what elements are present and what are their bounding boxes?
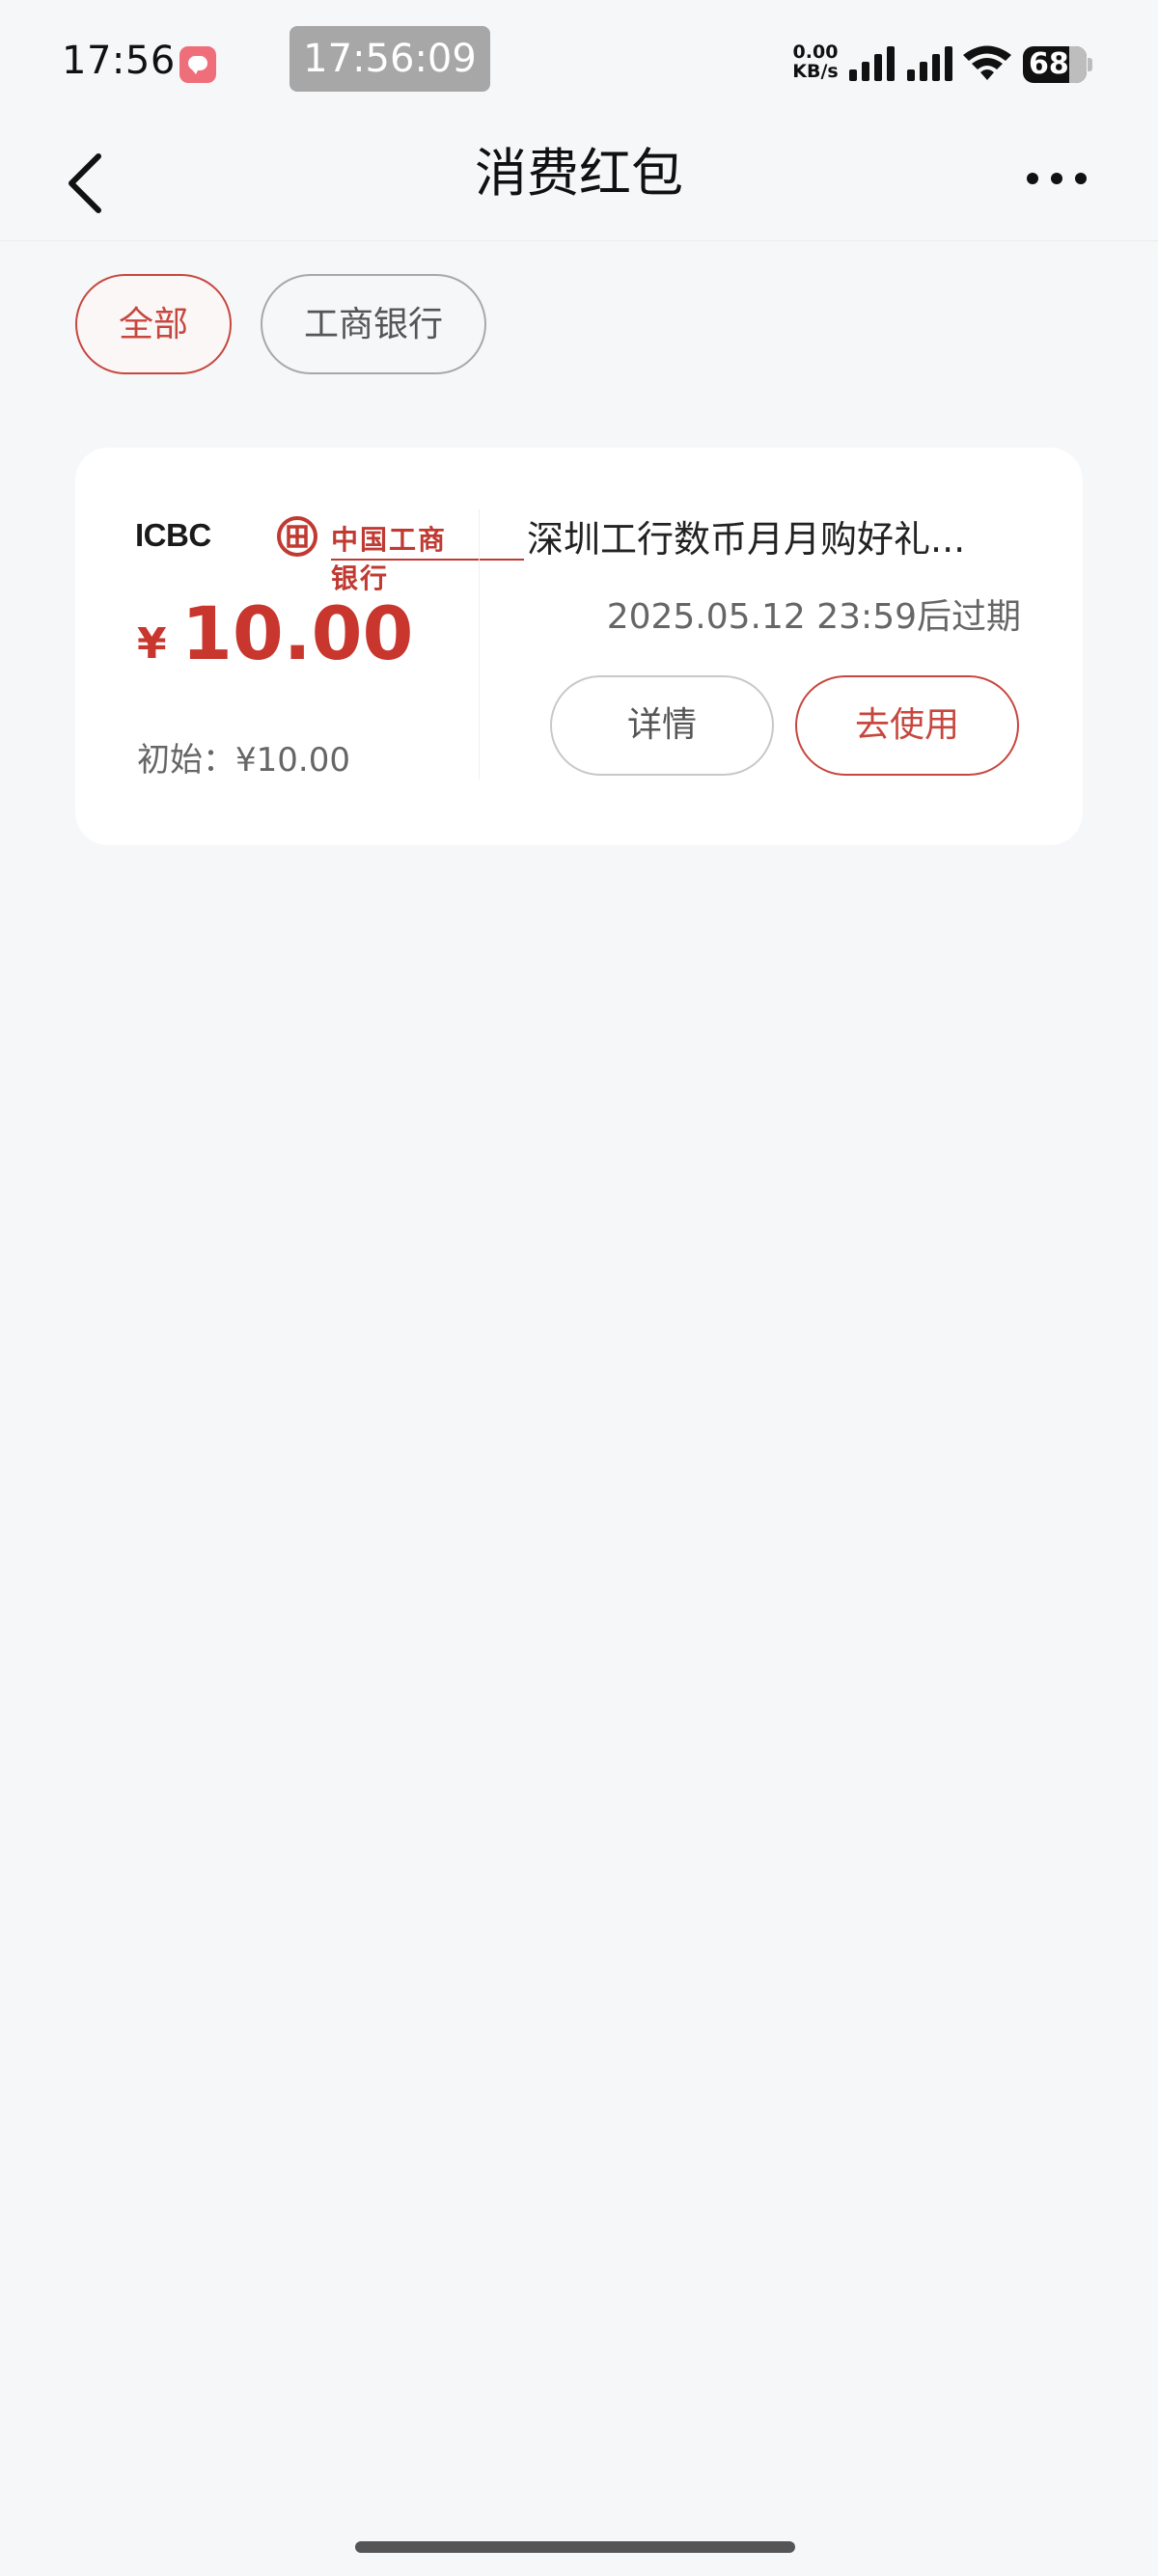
more-icon[interactable]: [1023, 154, 1090, 203]
icbc-seal-icon: [277, 516, 317, 557]
network-speed-value: 0.00: [792, 41, 839, 63]
page-title: 消费红包: [475, 143, 683, 204]
currency-symbol: ¥: [137, 619, 167, 669]
coupon-card[interactable]: ICBC 中国工商银行 ¥ 10.00 初始：¥10.00 深圳工行数币月月购好…: [75, 448, 1083, 845]
filter-chip-all[interactable]: 全部: [75, 274, 232, 374]
network-speed: 0.00 KB/s: [786, 42, 844, 81]
icbc-logo-chinese: 中国工商银行: [331, 524, 448, 594]
detail-button[interactable]: 详情: [550, 675, 774, 776]
initial-amount: 初始：¥10.00: [137, 741, 350, 780]
wifi-icon: [963, 45, 1011, 80]
home-indicator[interactable]: [355, 2541, 795, 2553]
amount-value: 10.00: [181, 590, 414, 676]
filter-chip-icbc[interactable]: 工商银行: [261, 274, 486, 374]
use-button[interactable]: 去使用: [795, 675, 1019, 776]
status-time: 17:56: [62, 39, 176, 83]
battery-tip: [1088, 58, 1092, 71]
battery-level: 68: [1029, 47, 1069, 81]
network-speed-unit: KB/s: [792, 61, 839, 82]
coupon-value-section: ICBC 中国工商银行 ¥ 10.00 初始：¥10.00: [75, 448, 524, 845]
signal-icon: [849, 44, 896, 81]
battery-icon: 68: [1023, 46, 1087, 83]
coupon-title: 深圳工行数币月月购好礼...: [527, 518, 966, 561]
card-divider: [479, 509, 480, 780]
icbc-logo-latin: ICBC: [135, 517, 211, 553]
page: 17:56 17:56:09 0.00 KB/s 68 消费红包 全部 工商银行…: [0, 0, 1158, 2576]
signal-icon: [907, 44, 953, 81]
icbc-logo: ICBC 中国工商银行: [135, 515, 524, 594]
clock-overlay: 17:56:09: [290, 26, 490, 92]
coupon-expiry: 2025.05.12 23:59后过期: [606, 597, 1021, 637]
back-arrow-icon[interactable]: [58, 145, 116, 222]
coupon-info-section: 深圳工行数币月月购好礼... 2025.05.12 23:59后过期 详情 去使…: [481, 448, 1083, 845]
message-notification-icon: [179, 46, 216, 83]
nav-bar: 消费红包: [0, 125, 1158, 241]
status-bar: 17:56 17:56:09 0.00 KB/s 68: [0, 0, 1158, 125]
